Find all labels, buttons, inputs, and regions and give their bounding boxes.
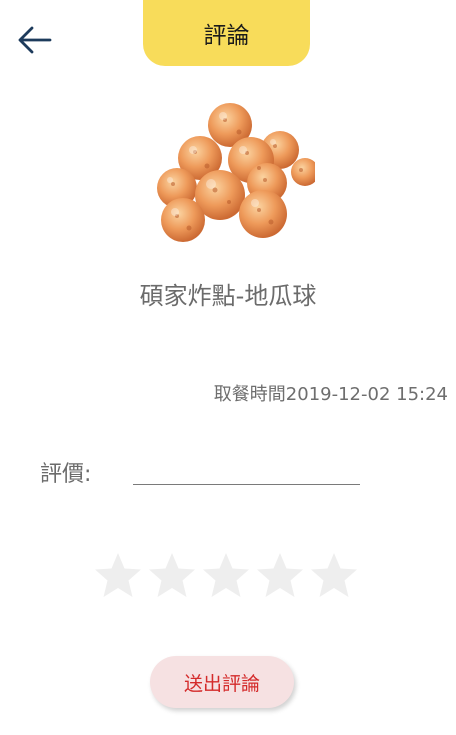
arrow-left-icon — [18, 26, 52, 54]
star-icon[interactable] — [147, 550, 197, 600]
review-input[interactable] — [133, 452, 360, 485]
star-icon[interactable] — [255, 550, 305, 600]
page-title-tab: 評論 — [143, 0, 310, 66]
star-icon[interactable] — [93, 550, 143, 600]
submit-review-button[interactable]: 送出評論 — [150, 656, 294, 708]
review-label: 評價: — [40, 462, 92, 487]
star-icon[interactable] — [309, 550, 359, 600]
submit-review-label: 送出評論 — [183, 672, 260, 695]
product-image — [155, 98, 319, 246]
product-name: 碩家炸點-地瓜球 — [139, 282, 317, 310]
star-rating — [93, 550, 359, 600]
pickup-time: 取餐時間2019-12-02 15:24 — [213, 384, 448, 405]
page-title: 評論 — [203, 23, 250, 49]
back-button[interactable] — [14, 20, 58, 60]
star-icon[interactable] — [201, 550, 251, 600]
